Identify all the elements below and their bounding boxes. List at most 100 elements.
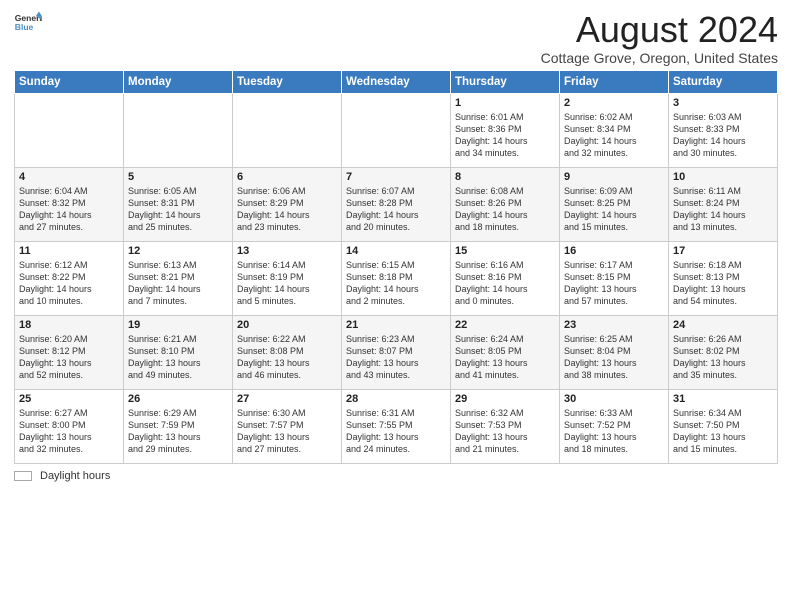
day-number: 7	[346, 171, 446, 183]
day-cell: 2 Sunrise: 6:02 AM Sunset: 8:34 PM Daylig…	[560, 93, 669, 167]
logo: General Blue	[14, 10, 42, 38]
day-number: 30	[564, 393, 664, 405]
day-info: Sunrise: 6:13 AM Sunset: 8:21 PM Dayligh…	[128, 259, 228, 308]
col-header-monday: Monday	[124, 70, 233, 93]
day-info: Sunrise: 6:31 AM Sunset: 7:55 PM Dayligh…	[346, 407, 446, 456]
day-info: Sunrise: 6:27 AM Sunset: 8:00 PM Dayligh…	[19, 407, 119, 456]
day-number: 4	[19, 171, 119, 183]
day-info: Sunrise: 6:14 AM Sunset: 8:19 PM Dayligh…	[237, 259, 337, 308]
day-cell: 28 Sunrise: 6:31 AM Sunset: 7:55 PM Dayli…	[342, 389, 451, 463]
day-cell: 7 Sunrise: 6:07 AM Sunset: 8:28 PM Daylig…	[342, 167, 451, 241]
day-cell: 4 Sunrise: 6:04 AM Sunset: 8:32 PM Daylig…	[15, 167, 124, 241]
daylight-label: Daylight hours	[40, 470, 110, 482]
title-block: August 2024 Cottage Grove, Oregon, Unite…	[541, 10, 778, 66]
day-info: Sunrise: 6:09 AM Sunset: 8:25 PM Dayligh…	[564, 185, 664, 234]
day-cell	[124, 93, 233, 167]
week-row-1: 1 Sunrise: 6:01 AM Sunset: 8:36 PM Daylig…	[15, 93, 778, 167]
svg-text:Blue: Blue	[15, 22, 34, 32]
day-info: Sunrise: 6:12 AM Sunset: 8:22 PM Dayligh…	[19, 259, 119, 308]
day-info: Sunrise: 6:07 AM Sunset: 8:28 PM Dayligh…	[346, 185, 446, 234]
day-cell: 1 Sunrise: 6:01 AM Sunset: 8:36 PM Daylig…	[451, 93, 560, 167]
day-cell: 18 Sunrise: 6:20 AM Sunset: 8:12 PM Dayli…	[15, 315, 124, 389]
day-cell: 6 Sunrise: 6:06 AM Sunset: 8:29 PM Daylig…	[233, 167, 342, 241]
day-cell: 17Sunrise: 6:18 AM Sunset: 8:13 PM Dayli…	[669, 241, 778, 315]
day-info: Sunrise: 6:25 AM Sunset: 8:04 PM Dayligh…	[564, 333, 664, 382]
day-info: Sunrise: 6:02 AM Sunset: 8:34 PM Dayligh…	[564, 111, 664, 160]
day-cell: 23 Sunrise: 6:25 AM Sunset: 8:04 PM Dayli…	[560, 315, 669, 389]
day-number: 18	[19, 319, 119, 331]
day-cell: 10Sunrise: 6:11 AM Sunset: 8:24 PM Dayli…	[669, 167, 778, 241]
page-subtitle: Cottage Grove, Oregon, United States	[541, 50, 778, 66]
day-number: 9	[564, 171, 664, 183]
day-number: 13	[237, 245, 337, 257]
day-number: 23	[564, 319, 664, 331]
logo-icon: General Blue	[14, 10, 42, 38]
day-cell: 15Sunrise: 6:16 AM Sunset: 8:16 PM Dayli…	[451, 241, 560, 315]
day-info: Sunrise: 6:03 AM Sunset: 8:33 PM Dayligh…	[673, 111, 773, 160]
day-cell: 16 Sunrise: 6:17 AM Sunset: 8:15 PM Dayli…	[560, 241, 669, 315]
footer: Daylight hours	[14, 470, 778, 482]
day-number: 6	[237, 171, 337, 183]
day-number: 28	[346, 393, 446, 405]
day-number: 20	[237, 319, 337, 331]
day-info: Sunrise: 6:08 AM Sunset: 8:26 PM Dayligh…	[455, 185, 555, 234]
day-cell	[15, 93, 124, 167]
day-cell: 21Sunrise: 6:23 AM Sunset: 8:07 PM Dayli…	[342, 315, 451, 389]
col-header-thursday: Thursday	[451, 70, 560, 93]
day-number: 15	[455, 245, 555, 257]
col-header-sunday: Sunday	[15, 70, 124, 93]
page-container: General Blue August 2024 Cottage Grove, …	[0, 0, 792, 490]
col-header-saturday: Saturday	[669, 70, 778, 93]
daylight-box-icon	[14, 471, 32, 481]
col-header-wednesday: Wednesday	[342, 70, 451, 93]
day-cell: 22Sunrise: 6:24 AM Sunset: 8:05 PM Dayli…	[451, 315, 560, 389]
day-cell: 14Sunrise: 6:15 AM Sunset: 8:18 PM Dayli…	[342, 241, 451, 315]
day-cell: 24 Sunrise: 6:26 AM Sunset: 8:02 PM Dayli…	[669, 315, 778, 389]
day-info: Sunrise: 6:04 AM Sunset: 8:32 PM Dayligh…	[19, 185, 119, 234]
day-info: Sunrise: 6:30 AM Sunset: 7:57 PM Dayligh…	[237, 407, 337, 456]
day-info: Sunrise: 6:17 AM Sunset: 8:15 PM Dayligh…	[564, 259, 664, 308]
day-number: 29	[455, 393, 555, 405]
day-number: 24	[673, 319, 773, 331]
week-row-2: 4 Sunrise: 6:04 AM Sunset: 8:32 PM Daylig…	[15, 167, 778, 241]
day-info: Sunrise: 6:29 AM Sunset: 7:59 PM Dayligh…	[128, 407, 228, 456]
col-header-friday: Friday	[560, 70, 669, 93]
day-info: Sunrise: 6:26 AM Sunset: 8:02 PM Dayligh…	[673, 333, 773, 382]
day-number: 2	[564, 97, 664, 109]
day-number: 25	[19, 393, 119, 405]
day-cell: 27 Sunrise: 6:30 AM Sunset: 7:57 PM Dayli…	[233, 389, 342, 463]
day-cell: 13 Sunrise: 6:14 AM Sunset: 8:19 PM Dayli…	[233, 241, 342, 315]
day-number: 16	[564, 245, 664, 257]
day-number: 31	[673, 393, 773, 405]
day-number: 27	[237, 393, 337, 405]
header: General Blue August 2024 Cottage Grove, …	[14, 10, 778, 66]
day-cell: 12 Sunrise: 6:13 AM Sunset: 8:21 PM Dayli…	[124, 241, 233, 315]
day-info: Sunrise: 6:01 AM Sunset: 8:36 PM Dayligh…	[455, 111, 555, 160]
calendar-table: SundayMondayTuesdayWednesdayThursdayFrid…	[14, 70, 778, 464]
day-cell: 30Sunrise: 6:33 AM Sunset: 7:52 PM Dayli…	[560, 389, 669, 463]
day-number: 8	[455, 171, 555, 183]
day-info: Sunrise: 6:34 AM Sunset: 7:50 PM Dayligh…	[673, 407, 773, 456]
day-number: 5	[128, 171, 228, 183]
day-info: Sunrise: 6:18 AM Sunset: 8:13 PM Dayligh…	[673, 259, 773, 308]
col-header-tuesday: Tuesday	[233, 70, 342, 93]
day-cell: 8 Sunrise: 6:08 AM Sunset: 8:26 PM Daylig…	[451, 167, 560, 241]
day-cell	[342, 93, 451, 167]
day-number: 22	[455, 319, 555, 331]
day-cell: 9 Sunrise: 6:09 AM Sunset: 8:25 PM Daylig…	[560, 167, 669, 241]
day-info: Sunrise: 6:06 AM Sunset: 8:29 PM Dayligh…	[237, 185, 337, 234]
week-row-4: 18 Sunrise: 6:20 AM Sunset: 8:12 PM Dayli…	[15, 315, 778, 389]
day-number: 12	[128, 245, 228, 257]
week-row-3: 11 Sunrise: 6:12 AM Sunset: 8:22 PM Dayli…	[15, 241, 778, 315]
day-info: Sunrise: 6:20 AM Sunset: 8:12 PM Dayligh…	[19, 333, 119, 382]
day-number: 3	[673, 97, 773, 109]
day-info: Sunrise: 6:22 AM Sunset: 8:08 PM Dayligh…	[237, 333, 337, 382]
page-title: August 2024	[541, 10, 778, 50]
day-number: 1	[455, 97, 555, 109]
day-cell: 20 Sunrise: 6:22 AM Sunset: 8:08 PM Dayli…	[233, 315, 342, 389]
day-cell: 26Sunrise: 6:29 AM Sunset: 7:59 PM Dayli…	[124, 389, 233, 463]
day-number: 11	[19, 245, 119, 257]
day-number: 21	[346, 319, 446, 331]
day-info: Sunrise: 6:05 AM Sunset: 8:31 PM Dayligh…	[128, 185, 228, 234]
day-info: Sunrise: 6:15 AM Sunset: 8:18 PM Dayligh…	[346, 259, 446, 308]
